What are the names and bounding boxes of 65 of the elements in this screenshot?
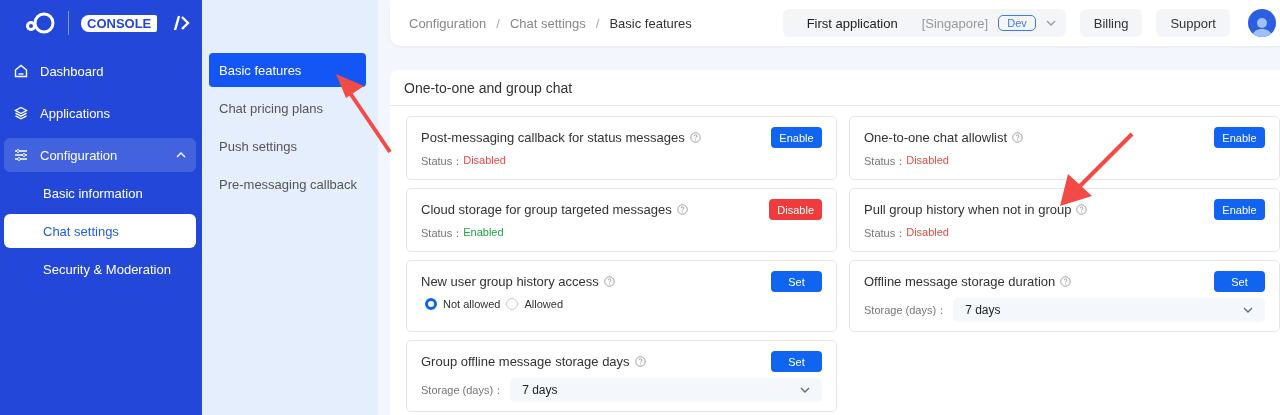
nav-subitem[interactable]: Security & Moderation [4, 252, 196, 286]
status-label: Status： [864, 154, 907, 169]
storage-select[interactable]: 7 days [510, 378, 822, 402]
chevron-up-icon [176, 152, 186, 158]
header-button[interactable]: Support [1156, 9, 1230, 37]
setting-title: One-to-one chat allowlist [864, 130, 1008, 145]
setting-title: Offline message storage duration [864, 274, 1056, 289]
nav-item[interactable]: Configuration [4, 138, 196, 172]
setting-title: New user group history access [421, 274, 599, 289]
action-button[interactable]: Enable [1214, 127, 1265, 148]
help-icon [676, 204, 688, 215]
nav-item[interactable]: Dashboard [4, 54, 196, 88]
section-title: One-to-one and group chat [390, 70, 1280, 106]
status-label: Status： [864, 226, 907, 241]
action-button[interactable]: Set [771, 351, 822, 372]
setting-title: Cloud storage for group targeted messages [421, 202, 672, 217]
submenu-item[interactable]: Pre-messaging callback [209, 167, 366, 201]
status-value: Disabled [463, 154, 506, 168]
radio-option[interactable]: Allowed [506, 298, 563, 310]
header-button[interactable]: Billing [1079, 9, 1143, 37]
layers-icon [14, 106, 28, 120]
breadcrumb-separator: / [595, 15, 600, 31]
setting-title: Group offline message storage days [421, 354, 630, 369]
help-icon [603, 276, 615, 287]
submenu-item[interactable]: Chat pricing plans [209, 91, 366, 125]
action-button[interactable]: Set [771, 271, 822, 292]
submenu-item[interactable]: Basic features [209, 53, 366, 87]
env-tag: Dev [998, 15, 1036, 31]
nav-item[interactable]: Applications [4, 96, 196, 130]
setting-title: Pull group history when not in group [864, 202, 1072, 217]
sliders-icon [14, 148, 28, 162]
breadcrumb-link[interactable]: Configuration [409, 15, 487, 31]
status-label: Status： [421, 154, 464, 169]
chevron-down-icon [1243, 307, 1253, 313]
nav-subitem[interactable]: Chat settings [4, 214, 196, 248]
action-button[interactable]: Enable [771, 127, 822, 148]
status-value: Disabled [906, 226, 949, 240]
help-icon [1076, 204, 1088, 215]
action-button[interactable]: Disable [769, 199, 822, 220]
action-button[interactable]: Enable [1214, 199, 1265, 220]
nav-subitem[interactable]: Basic information [4, 176, 196, 210]
help-icon [689, 132, 701, 143]
action-button[interactable]: Set [1214, 271, 1265, 292]
help-icon [634, 356, 646, 367]
help-icon [1012, 132, 1024, 143]
divider-line [68, 11, 69, 35]
avatar[interactable] [1248, 9, 1276, 37]
help-icon [1060, 276, 1072, 287]
status-value: Disabled [906, 154, 949, 168]
home-icon [14, 64, 28, 78]
app-selector[interactable]: First application [Singapore] Dev [782, 9, 1066, 37]
logo-text: CONSOLE [81, 14, 158, 32]
storage-select[interactable]: 7 days [953, 298, 1265, 322]
logo-icon [24, 12, 56, 34]
submenu-item[interactable]: Push settings [209, 129, 366, 163]
chevron-down-icon [800, 387, 810, 393]
status-value: Enabled [463, 226, 504, 240]
chevron-down-icon [1045, 20, 1056, 26]
setting-title: Post-messaging callback for status messages [421, 130, 685, 145]
field-label: Storage (days)： [421, 382, 505, 398]
breadcrumb-link[interactable]: Chat settings [509, 15, 586, 31]
status-label: Status： [421, 226, 464, 241]
radio-option[interactable]: Not allowed [425, 298, 501, 310]
field-label: Storage (days)： [864, 302, 948, 318]
breadcrumb-separator: / [496, 15, 500, 31]
